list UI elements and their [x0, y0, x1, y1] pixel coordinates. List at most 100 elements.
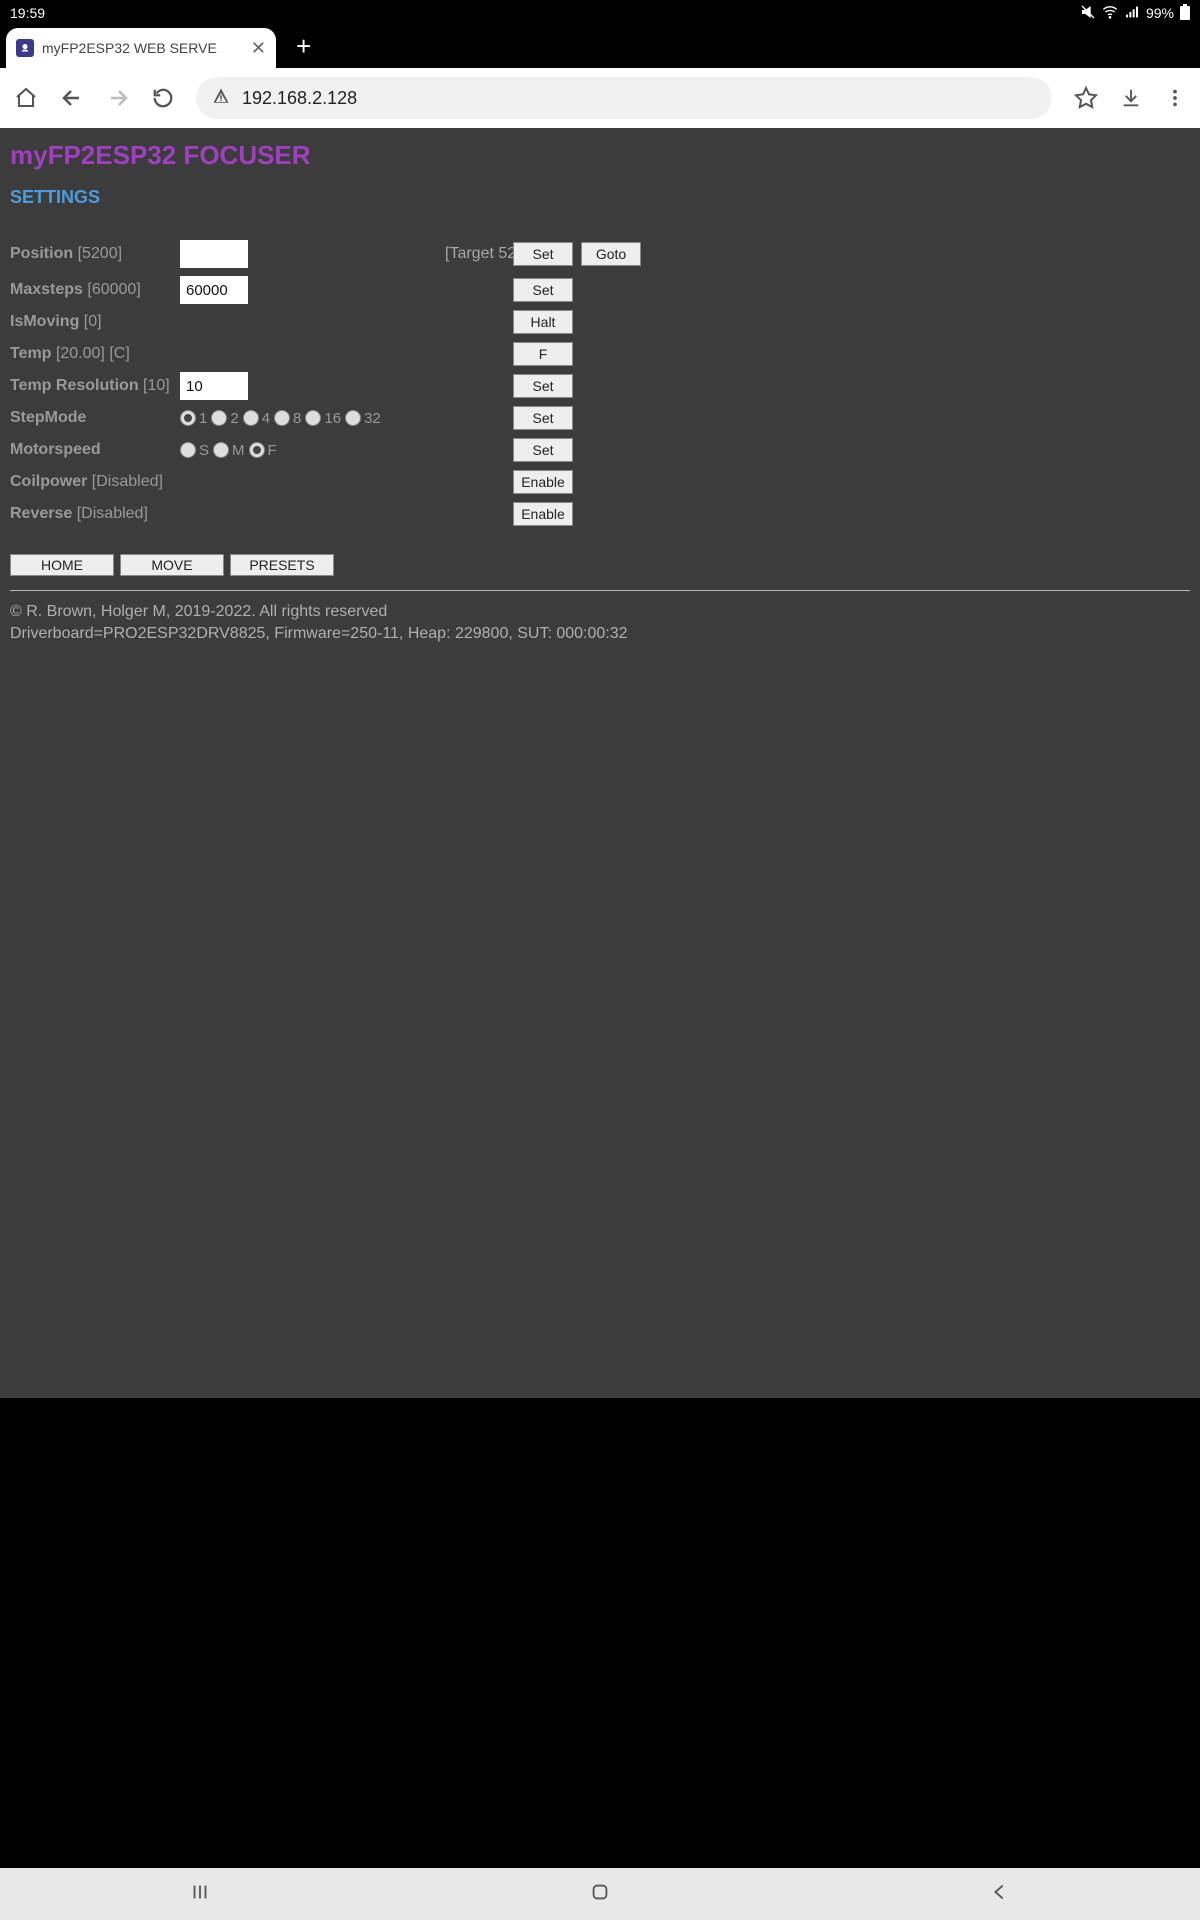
row-coilpower: Coilpower [Disabled] Enable — [10, 466, 1190, 498]
stepmode-label: StepMode — [10, 409, 180, 427]
stepmode-option-2: 2 — [211, 410, 238, 427]
home-nav-button[interactable]: HOME — [10, 554, 114, 576]
stepmode-radio-label: 16 — [324, 410, 341, 427]
row-motorspeed: Motorspeed SM F Set — [10, 434, 1190, 466]
maxsteps-value: [60000] — [87, 281, 140, 298]
android-nav-bar — [0, 1868, 1200, 1920]
stepmode-radio-16[interactable] — [305, 410, 321, 426]
bookmark-icon[interactable] — [1074, 86, 1098, 110]
maxsteps-set-button[interactable]: Set — [513, 278, 573, 302]
stepmode-option-4: 4 — [243, 410, 270, 427]
motorspeed-radio-f[interactable] — [249, 442, 265, 458]
motorspeed-set-button[interactable]: Set — [513, 438, 573, 462]
coilpower-value: [Disabled] — [92, 473, 163, 490]
tempres-value: [10] — [143, 377, 170, 394]
motorspeed-radio-label: F — [268, 442, 277, 459]
browser-toolbar: 192.168.2.128 — [0, 68, 1200, 128]
menu-icon[interactable] — [1164, 87, 1186, 109]
motorspeed-radio-group: SM F — [180, 442, 445, 459]
motorspeed-label: Motorspeed — [10, 441, 180, 459]
move-nav-button[interactable]: MOVE — [120, 554, 224, 576]
reverse-value: [Disabled] — [77, 505, 148, 522]
presets-nav-button[interactable]: PRESETS — [230, 554, 334, 576]
tab-favicon-icon — [16, 39, 34, 57]
tab-title: myFP2ESP32 WEB SERVE — [42, 40, 243, 56]
row-position: Position [5200] [Target 5200] Set Goto — [10, 238, 1190, 270]
row-maxsteps: Maxsteps [60000] Set — [10, 274, 1190, 306]
row-tempres: Temp Resolution [10] Set — [10, 370, 1190, 402]
temp-label: Temp — [10, 345, 51, 362]
back-icon[interactable] — [60, 86, 84, 110]
home-icon[interactable] — [14, 86, 38, 110]
stepmode-option-32: 32 — [345, 410, 381, 427]
ismoving-label: IsMoving — [10, 313, 79, 330]
recents-icon[interactable] — [189, 1881, 211, 1908]
temp-unit-button[interactable]: F — [513, 342, 573, 366]
forward-icon[interactable] — [106, 86, 130, 110]
stepmode-set-button[interactable]: Set — [513, 406, 573, 430]
motorspeed-radio-m[interactable] — [213, 442, 229, 458]
maxsteps-input[interactable] — [180, 276, 248, 304]
motorspeed-radio-s[interactable] — [180, 442, 196, 458]
stepmode-radio-2[interactable] — [211, 410, 227, 426]
clock: 19:59 — [10, 5, 45, 21]
reverse-enable-button[interactable]: Enable — [513, 502, 573, 526]
browser-tab[interactable]: myFP2ESP32 WEB SERVE ✕ — [6, 28, 276, 68]
stepmode-radio-label: 4 — [262, 410, 270, 427]
row-stepmode: StepMode 1 2 4 8 16 32 Set — [10, 402, 1190, 434]
motorspeed-radio-label: S — [199, 442, 209, 459]
mute-icon — [1080, 4, 1096, 23]
divider — [10, 590, 1190, 591]
position-value: [5200] — [78, 245, 122, 262]
stepmode-radio-label: 32 — [364, 410, 381, 427]
ismoving-value: [0] — [84, 313, 102, 330]
stepmode-option-8: 8 — [274, 410, 301, 427]
firmware-info: Driverboard=PRO2ESP32DRV8825, Firmware=2… — [10, 623, 1190, 645]
coilpower-label: Coilpower — [10, 473, 87, 490]
page-title: myFP2ESP32 FOCUSER — [10, 140, 1190, 171]
position-set-button[interactable]: Set — [513, 242, 573, 266]
position-label: Position — [10, 245, 73, 262]
insecure-icon — [212, 87, 230, 110]
stepmode-radio-group: 1 2 4 8 16 32 — [180, 410, 445, 427]
url-bar[interactable]: 192.168.2.128 — [196, 77, 1052, 119]
stepmode-radio-4[interactable] — [243, 410, 259, 426]
status-icons: 99% — [1080, 4, 1190, 23]
footer: © R. Brown, Holger M, 2019-2022. All rig… — [10, 601, 1190, 644]
coilpower-enable-button[interactable]: Enable — [513, 470, 573, 494]
download-icon[interactable] — [1120, 87, 1142, 109]
wifi-icon — [1102, 4, 1118, 23]
android-home-icon[interactable] — [589, 1881, 611, 1908]
android-back-icon[interactable] — [989, 1881, 1011, 1908]
android-status-bar: 19:59 99% — [0, 0, 1200, 26]
motorspeed-option-f: F — [249, 442, 277, 459]
temp-value: [20.00] [C] — [56, 345, 130, 362]
position-goto-button[interactable]: Goto — [581, 242, 641, 266]
close-tab-icon[interactable]: ✕ — [251, 39, 266, 57]
url-text: 192.168.2.128 — [242, 88, 357, 109]
web-page-content: myFP2ESP32 FOCUSER SETTINGS Position [52… — [0, 128, 1200, 1398]
stepmode-radio-1[interactable] — [180, 410, 196, 426]
stepmode-option-16: 16 — [305, 410, 341, 427]
motorspeed-option-m: M — [213, 442, 245, 459]
motorspeed-option-s: S — [180, 442, 209, 459]
row-temp: Temp [20.00] [C] F — [10, 338, 1190, 370]
row-reverse: Reverse [Disabled] Enable — [10, 498, 1190, 530]
tempres-set-button[interactable]: Set — [513, 374, 573, 398]
battery-percent: 99% — [1146, 5, 1174, 21]
stepmode-radio-label: 2 — [230, 410, 238, 427]
reload-icon[interactable] — [152, 87, 174, 109]
halt-button[interactable]: Halt — [513, 310, 573, 334]
tempres-input[interactable] — [180, 372, 248, 400]
signal-icon — [1124, 4, 1140, 23]
stepmode-radio-label: 1 — [199, 410, 207, 427]
stepmode-radio-32[interactable] — [345, 410, 361, 426]
section-heading: SETTINGS — [10, 187, 1190, 208]
stepmode-radio-label: 8 — [293, 410, 301, 427]
position-input[interactable] — [180, 240, 248, 268]
stepmode-option-1: 1 — [180, 410, 207, 427]
maxsteps-label: Maxsteps — [10, 281, 83, 298]
new-tab-button[interactable]: + — [276, 31, 331, 68]
reverse-label: Reverse — [10, 505, 72, 522]
stepmode-radio-8[interactable] — [274, 410, 290, 426]
